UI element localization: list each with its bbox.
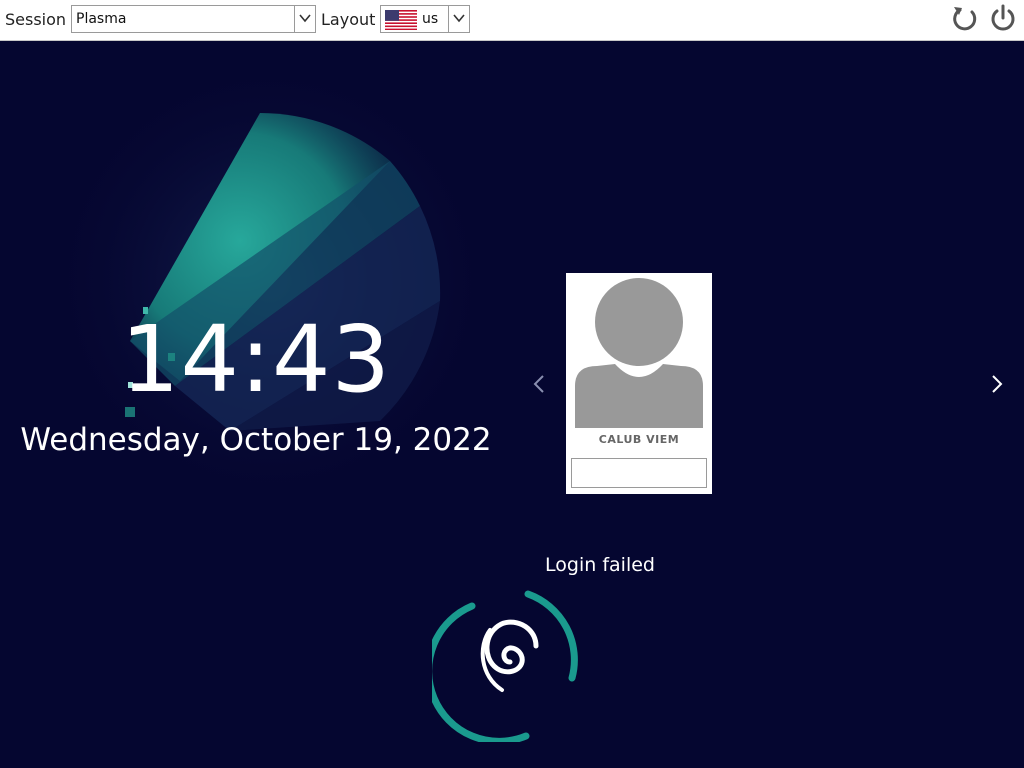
clock-date: Wednesday, October 19, 2022 (20, 422, 492, 458)
debian-logo-icon (432, 590, 578, 742)
reboot-icon[interactable] (950, 4, 980, 34)
user-card[interactable]: CALUB VIEM (566, 273, 712, 494)
layout-label: Layout (321, 10, 376, 29)
session-value: Plasma (76, 11, 127, 27)
chevron-down-icon[interactable] (294, 6, 315, 32)
chevron-down-icon[interactable] (448, 6, 469, 32)
user-name: CALUB VIEM (598, 433, 680, 446)
layout-value: us (422, 11, 439, 27)
password-field[interactable] (571, 458, 707, 488)
avatar (575, 278, 703, 428)
clock-time: 14:43 (120, 306, 392, 413)
chevron-right-icon[interactable] (987, 372, 1007, 396)
us-flag-icon (385, 10, 417, 30)
status-message: Login failed (545, 554, 655, 576)
power-icon[interactable] (988, 4, 1018, 34)
session-select[interactable]: Plasma (71, 5, 316, 33)
layout-select[interactable]: us (380, 5, 470, 33)
chevron-left-icon[interactable] (529, 372, 549, 396)
session-label: Session (5, 10, 67, 29)
top-bar: Session Plasma Layout us (0, 0, 1024, 41)
